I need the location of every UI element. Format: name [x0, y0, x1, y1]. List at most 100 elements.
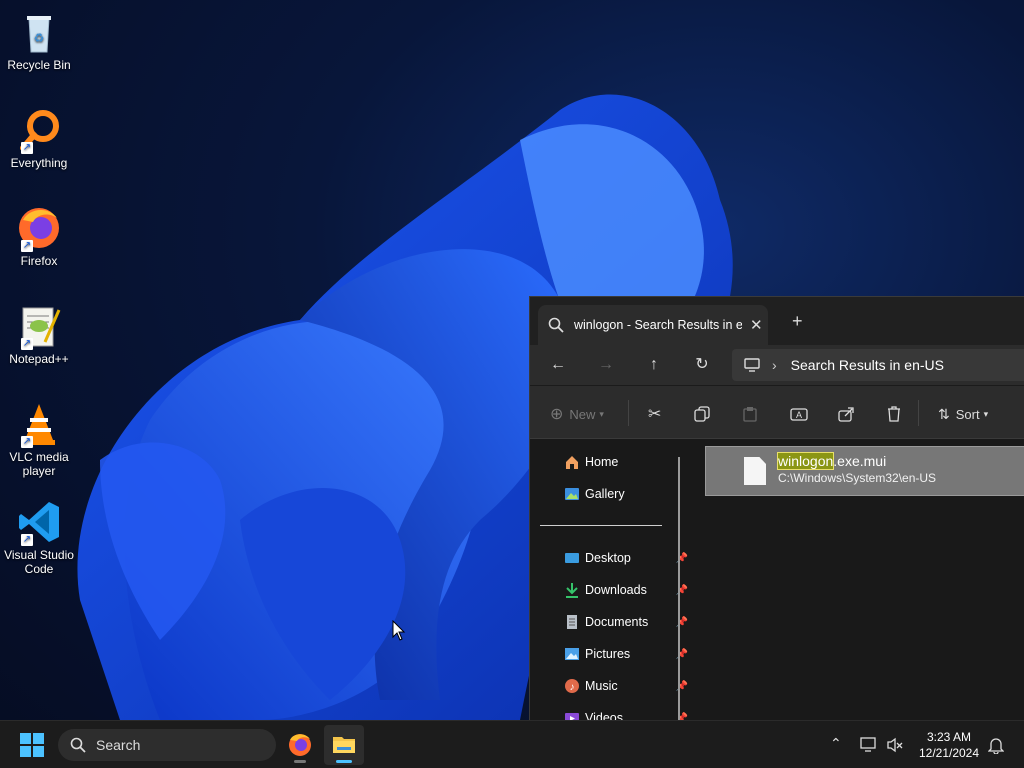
windows-logo-icon [20, 746, 31, 757]
share-icon[interactable] [838, 404, 854, 424]
pictures-icon [564, 646, 580, 662]
nav-divider [540, 525, 662, 526]
chevron-down-icon: ▾ [983, 408, 989, 419]
desktop-icon-label: Notepad++ [9, 352, 69, 366]
back-arrow-icon[interactable]: ← [548, 355, 568, 375]
toolbar-divider [918, 400, 919, 426]
computer-icon [744, 358, 760, 372]
nav-item-label: Home [585, 455, 619, 469]
desktop-icon-vscode[interactable]: ↗ Visual Studio Code [4, 498, 74, 588]
forward-arrow-icon[interactable]: → [596, 355, 616, 375]
search-result-item[interactable]: winlogon.exe.mui C:\Windows\System32\en-… [705, 446, 1024, 496]
videos-icon [564, 710, 580, 720]
nav-pane-scrollbar[interactable] [678, 457, 680, 720]
desktop-icon-vlc[interactable]: ↗ VLC media player [4, 400, 74, 490]
taskbar-search-box[interactable]: Search [58, 729, 276, 761]
desktop-icon-label: Recycle Bin [7, 58, 71, 72]
desktop-icon-label: Firefox [20, 254, 58, 268]
file-icon [744, 457, 766, 485]
taskbar-file-explorer[interactable] [324, 725, 364, 765]
nav-item-label: Downloads [585, 583, 647, 597]
start-button[interactable] [20, 733, 44, 757]
toolbar-divider [628, 400, 629, 426]
nav-item-pictures[interactable]: Pictures 📌 [564, 643, 688, 665]
notification-bell-icon[interactable] [988, 736, 1004, 754]
sort-button-label: Sort [955, 406, 980, 422]
home-icon [564, 454, 580, 470]
desktop-icon-notepadpp[interactable]: ↗ Notepad++ [4, 302, 74, 392]
refresh-icon[interactable]: ↻ [692, 355, 712, 375]
windows-logo-icon [33, 746, 44, 757]
shortcut-arrow-icon: ↗ [21, 436, 33, 448]
search-icon [548, 317, 564, 333]
desktop-icon-label: VLC media player [9, 450, 69, 478]
active-indicator [336, 760, 352, 763]
desktop-icon-label: Everything [10, 156, 68, 170]
tab-bar: winlogon - Search Results in e ✕ + [530, 297, 1024, 345]
copy-icon[interactable] [694, 404, 710, 424]
nav-item-downloads[interactable]: Downloads 📌 [564, 579, 688, 601]
nav-item-desktop[interactable]: Desktop 📌 [564, 547, 688, 569]
nav-item-label: Pictures [585, 647, 631, 661]
everything-search-icon: ↗ [15, 106, 63, 154]
nav-item-documents[interactable]: Documents 📌 [564, 611, 688, 633]
desktop-icon-everything[interactable]: ↗ Everything [4, 106, 74, 196]
file-path: C:\Windows\System32\en-US [778, 471, 937, 485]
rename-icon[interactable]: A [790, 404, 808, 424]
downloads-icon [564, 582, 580, 598]
recycle-bin-icon: ♻ [15, 8, 63, 56]
clock-date: 12/21/2024 [918, 746, 980, 760]
nav-item-videos[interactable]: Videos 📌 [564, 707, 688, 720]
nav-item-music[interactable]: ♪ Music 📌 [564, 675, 688, 697]
navigation-bar: ← → ↑ ↻ › Search Results in en-US [530, 345, 1024, 385]
chevron-right-icon: › [772, 357, 777, 373]
chevron-up-icon[interactable]: ⌃ [830, 735, 842, 752]
network-icon[interactable] [860, 737, 878, 753]
file-name-rest: .exe.mui [833, 453, 887, 469]
windows-logo-icon [20, 733, 31, 744]
firefox-icon [289, 734, 311, 756]
taskbar-firefox[interactable] [280, 725, 320, 765]
up-arrow-icon[interactable]: ↑ [644, 355, 664, 375]
shortcut-arrow-icon: ↗ [21, 142, 33, 154]
new-button[interactable]: ⊕ New ▾ [550, 404, 604, 424]
nav-item-home[interactable]: Home [564, 451, 684, 473]
desktop-icon-firefox[interactable]: ↗ Firefox [4, 204, 74, 294]
tab-search-results[interactable]: winlogon - Search Results in e ✕ [538, 305, 768, 345]
breadcrumb[interactable]: Search Results in en-US [791, 357, 944, 373]
cut-icon[interactable]: ✂ [648, 404, 661, 424]
mouse-cursor-icon [392, 620, 406, 641]
new-button-label: New [569, 406, 596, 422]
clock-time: 3:23 AM [926, 730, 972, 744]
firefox-icon: ↗ [15, 204, 63, 252]
search-placeholder: Search [96, 737, 141, 753]
sort-button[interactable]: ⇅ Sort ▾ [938, 404, 988, 424]
file-explorer-window[interactable]: winlogon - Search Results in e ✕ + ← → ↑… [529, 296, 1024, 720]
documents-icon [564, 614, 580, 630]
svg-text:♪: ♪ [570, 682, 575, 693]
running-indicator [294, 760, 306, 763]
new-tab-icon[interactable]: + [792, 311, 803, 332]
plus-circle-icon: ⊕ [550, 406, 564, 423]
nav-item-gallery[interactable]: Gallery [564, 483, 684, 505]
nav-item-label: Gallery [585, 487, 625, 501]
address-bar[interactable]: › Search Results in en-US [732, 349, 1024, 381]
gallery-icon [564, 486, 580, 502]
system-clock[interactable]: 3:23 AM 12/21/2024 [917, 729, 981, 761]
delete-icon[interactable] [886, 404, 902, 424]
vscode-icon: ↗ [15, 498, 63, 546]
nav-item-label: Music [585, 679, 618, 693]
navigation-pane: Home Gallery Desktop 📌 Downloads 📌 Docum… [530, 439, 688, 720]
volume-muted-icon[interactable] [886, 737, 904, 753]
nav-item-label: Videos [585, 711, 623, 720]
search-match-highlight: winlogon [776, 452, 835, 470]
nav-item-label: Documents [585, 615, 649, 629]
chevron-down-icon: ▾ [599, 408, 604, 419]
desktop-icon-recycle-bin[interactable]: ♻ Recycle Bin [4, 8, 74, 98]
desktop-icon-label: Visual Studio Code [4, 548, 74, 576]
svg-text:A: A [796, 410, 802, 420]
shortcut-arrow-icon: ↗ [21, 338, 33, 350]
desktop-folder-icon [564, 550, 580, 566]
close-tab-icon[interactable]: ✕ [750, 316, 763, 334]
paste-icon[interactable] [742, 404, 758, 424]
